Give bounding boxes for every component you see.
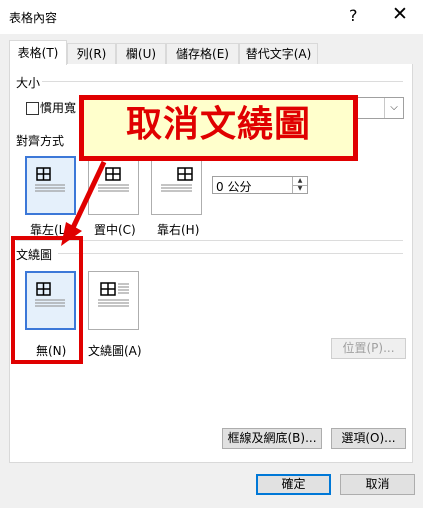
annotation-text: 取消文繞圖 [125, 104, 311, 145]
tab-table[interactable]: 表格(T) [9, 40, 67, 65]
annotation-arrow [61, 160, 107, 246]
